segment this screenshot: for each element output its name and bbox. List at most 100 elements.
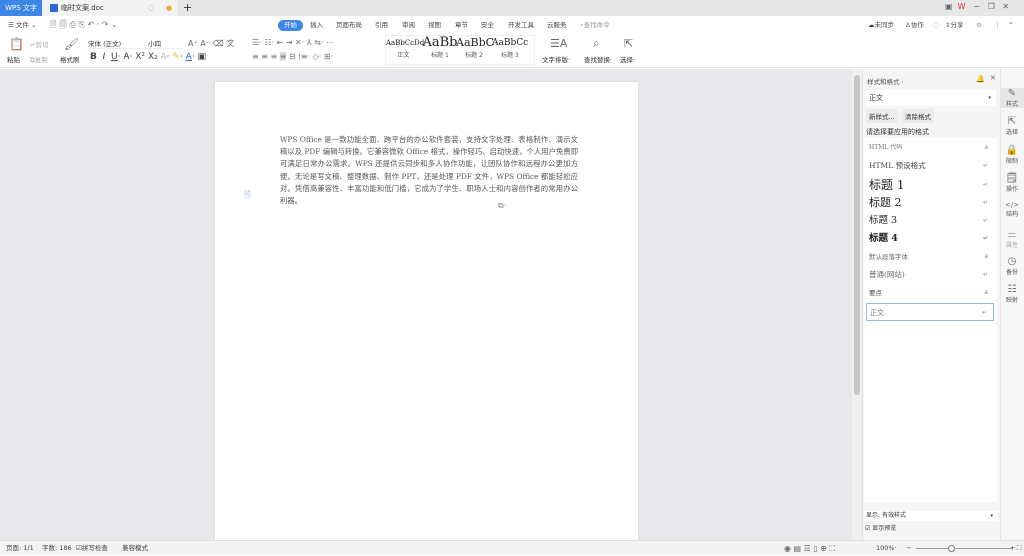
file-menu[interactable]: ☰ 文件 ⌄ [8, 16, 36, 34]
zoom-slider-thumb[interactable] [948, 545, 955, 552]
style-item[interactable]: 要点 a [866, 284, 994, 302]
paste-options-icon[interactable]: ⧉· [498, 201, 506, 211]
mapping-icon: ☷ [1007, 284, 1017, 295]
show-filter-select[interactable]: 显示: 有效样式 ▾ [864, 511, 997, 521]
paragraph-handle-icon[interactable]: 🗎· [244, 189, 253, 203]
font-select[interactable]: 宋体 (正文) 小四 [88, 38, 183, 49]
side-operate[interactable]: 🗒 操作 [1000, 173, 1024, 193]
word-count[interactable]: 字数: 186 [42, 541, 72, 556]
tab-insert[interactable]: 插入 [310, 16, 323, 34]
zoom-level[interactable]: 100%· [876, 541, 897, 556]
current-style-value: 正文 [869, 94, 883, 102]
style-item-label: 标题 2 [869, 196, 902, 209]
select-label: 选择 [620, 56, 633, 64]
zoom-in-button[interactable]: + [1010, 541, 1015, 556]
tab-developer[interactable]: 开发工具 [508, 16, 534, 34]
sync-button[interactable]: ☁未同步 [868, 16, 894, 34]
select-button[interactable]: 选择· [620, 54, 635, 64]
side-label: 结构 [1005, 211, 1018, 218]
side-select[interactable]: ⇱ 选择 [1000, 116, 1024, 136]
side-properties[interactable]: ⚌ 属性 [1000, 229, 1024, 249]
side-structure[interactable]: </> 结构 [1000, 201, 1024, 218]
show-preview-checkbox[interactable]: ☑ 显示预览 [865, 523, 896, 532]
document-tab[interactable]: 临时文案.doc ◌ ● [42, 0, 178, 16]
style-heading-2[interactable]: AaBbC 标题 2 [456, 36, 495, 64]
side-styles[interactable]: ✎ 样式 [1000, 88, 1024, 108]
side-restrict[interactable]: 🔒 限制 [1000, 145, 1024, 165]
style-heading-1[interactable]: AaBb 标题 1 [422, 36, 458, 64]
tab-review[interactable]: 审阅 [402, 16, 415, 34]
file-label: 文件 [15, 21, 29, 29]
panel-close-icon[interactable]: ✕ [990, 74, 996, 82]
collapse-ribbon-icon[interactable]: ⌃ [1008, 16, 1013, 34]
side-label: 选择 [1005, 129, 1018, 136]
tab-security[interactable]: 安全 [481, 16, 494, 34]
zoom-slider[interactable] [916, 548, 1012, 549]
style-item-label: 标题 1 [869, 178, 905, 192]
minimize-button[interactable]: − [973, 2, 980, 11]
style-normal[interactable]: AaBbCcDd 正文 [386, 36, 424, 64]
style-item[interactable]: 标题 4 ↵ [866, 230, 994, 248]
text-layout-icon: ☰A [550, 37, 568, 50]
style-item-selected[interactable]: 正文 ↵ [866, 303, 994, 321]
find-replace-button[interactable]: 查找替换· [584, 54, 612, 64]
clear-format-button[interactable]: 清除格式 [902, 109, 934, 123]
scrollbar-thumb[interactable] [854, 75, 860, 395]
current-style-select[interactable]: 正文 ▾ [866, 90, 996, 106]
style-item[interactable]: 默认段落字体 a [866, 248, 994, 266]
style-label: 正文 [397, 52, 410, 59]
style-item[interactable]: 标题 1 ↵ [866, 176, 994, 194]
settings-icon[interactable]: ⚙ [976, 16, 982, 34]
spell-check-button[interactable]: ☑拼写检查 [76, 541, 108, 556]
help-icon[interactable]: ◌ [933, 16, 939, 34]
side-label: 映射 [1005, 297, 1018, 304]
text-layout-button[interactable]: 文字排版· [542, 54, 570, 64]
document-body-text[interactable]: WPS Office 是一款功能全面、跨平台的办公软件套装，支持文字处理、表格制… [280, 134, 578, 207]
align-icons[interactable]: ≡ ≡ ≡ ≡ ⊟ ⁞≡· ◇· ⊞· [252, 52, 333, 61]
new-style-button[interactable]: 新样式... [866, 109, 898, 123]
new-tab-button[interactable]: + [183, 0, 192, 16]
tile-icon[interactable]: ▣ [945, 2, 953, 11]
style-preview: AaBbC [456, 36, 495, 49]
tab-cloud[interactable]: 云服务 [547, 16, 567, 34]
app-tab[interactable]: WPS 文字 [0, 0, 42, 16]
share-button[interactable]: ⇪分享 [945, 16, 963, 34]
font-format-icons[interactable]: B I U· A· X² X₂ A· ✎· A· ▣ [90, 52, 206, 62]
zoom-out-button[interactable]: − [906, 541, 911, 556]
style-item[interactable]: 标题 2 ↵ [866, 194, 994, 212]
style-item[interactable]: 普通(网站) ↵ [866, 266, 994, 284]
side-backup[interactable]: ◷ 备份 [1000, 256, 1024, 276]
pin-icon[interactable]: 🔔 [976, 75, 985, 83]
view-mode-icons[interactable]: ◉ ▤ ☰ ▯ ⊕ ⛶ [784, 541, 835, 556]
style-item-mark: a [984, 144, 988, 151]
style-item[interactable]: HTML 预设格式 ↵ [866, 157, 994, 175]
style-heading-3[interactable]: AaBbCcI 标题 3 [492, 36, 528, 64]
list-icons[interactable]: ☰· ☷· ⇤ ⇥ ✕· ⅄ ⇆· ⋯ [252, 38, 334, 47]
more-icon[interactable]: ⋮ [994, 16, 1001, 34]
close-button[interactable]: ✕ [1002, 2, 1009, 11]
tab-section[interactable]: 章节 [455, 16, 468, 34]
paste-button[interactable]: 粘贴 [7, 54, 20, 64]
collab-button[interactable]: ♙协作 [905, 16, 924, 34]
style-item[interactable]: 标题 3 ↵ [866, 212, 994, 230]
cut-button[interactable]: ✂剪切 [30, 39, 48, 49]
style-item-mark: ↵ [981, 309, 987, 316]
tab-view[interactable]: 视图 [428, 16, 441, 34]
tab-home[interactable]: 开始 [278, 19, 303, 31]
tab-layout[interactable]: 页面布局 [336, 16, 362, 34]
side-mapping[interactable]: ☷ 映射 [1000, 284, 1024, 304]
style-item-mark: a [984, 253, 988, 260]
window-controls: ▣ W − ❐ ✕ [945, 2, 1009, 11]
panel-title-text: 样式和格式 [867, 78, 900, 86]
zoom-value: 100% [876, 544, 895, 552]
format-painter-button[interactable]: 格式刷 [60, 54, 80, 64]
font-adjust-icons[interactable]: A⁺ A⁻ ⌫ 文 [188, 38, 234, 49]
copy-button[interactable]: ⧉复制 [30, 54, 48, 65]
sliders-icon: ⚌ [1007, 229, 1017, 240]
style-item[interactable]: HTML 代码 a [866, 139, 994, 157]
restore-button[interactable]: ❐ [988, 2, 995, 11]
command-search[interactable]: ⌕查找命令 [580, 16, 610, 34]
quick-access-icons[interactable]: 🗎 🗐 ⎙ ⎘ ↶ · ↷ ⌄ [50, 16, 118, 34]
tab-references[interactable]: 引用 [375, 16, 388, 34]
fullscreen-icon[interactable]: ⛶ [1017, 541, 1022, 556]
